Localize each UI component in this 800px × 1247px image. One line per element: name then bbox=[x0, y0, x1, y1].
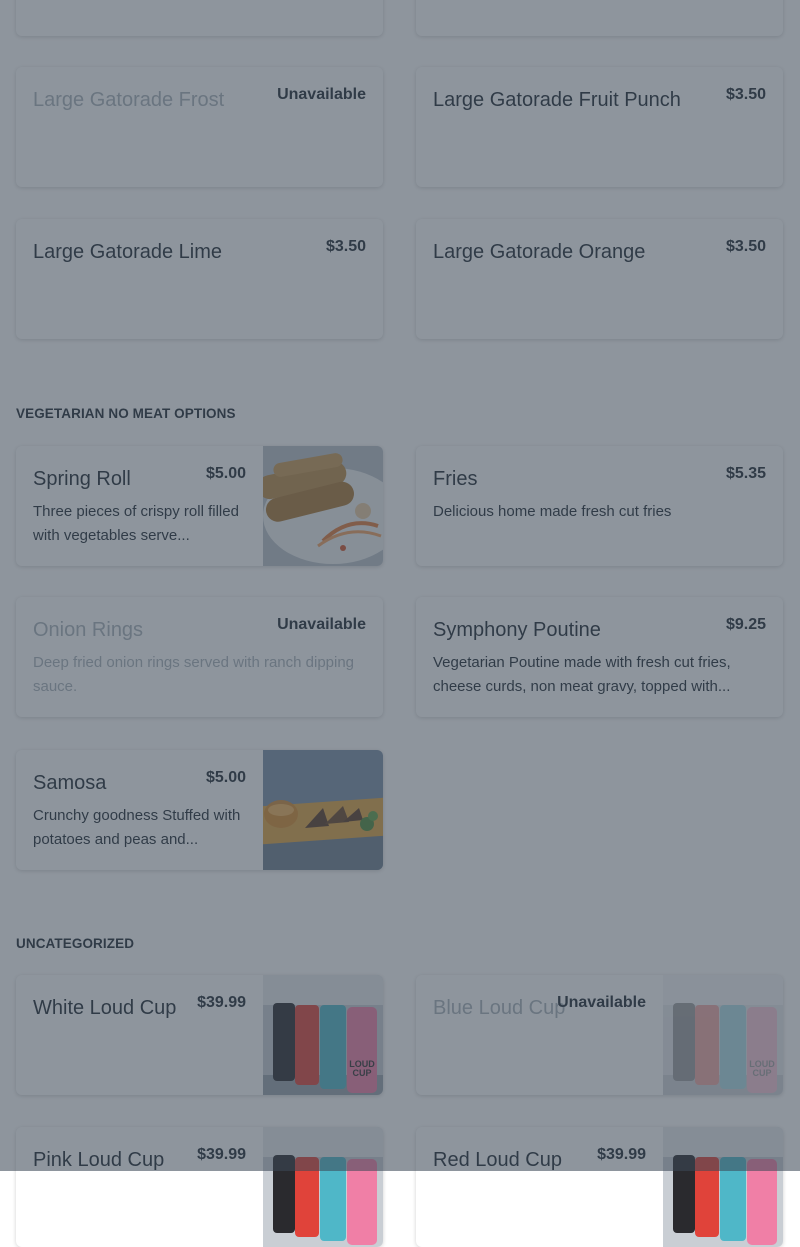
item-price: $9.25 bbox=[725, 616, 766, 633]
menu-item-large-gatorade-fruit-punch[interactable]: Large Gatorade Fruit Punch $3.50 bbox=[416, 67, 783, 187]
item-availability: Unavailable bbox=[557, 994, 646, 1011]
cup-label: CUP bbox=[352, 1068, 371, 1078]
menu-item-samosa[interactable]: Samosa $5.00 Crunchy goodness Stuffed wi… bbox=[16, 750, 383, 870]
menu-item-white-loud-cup[interactable]: White Loud Cup $39.99 LOUD CUP bbox=[16, 975, 383, 1095]
menu-item-large-gatorade-lime[interactable]: Large Gatorade Lime $3.50 bbox=[16, 219, 383, 339]
cup-label: CUP bbox=[752, 1068, 771, 1078]
loud-cups-photo bbox=[263, 1127, 383, 1247]
menu-item-blue-loud-cup[interactable]: Blue Loud Cup Unavailable LOUD CUP bbox=[416, 975, 783, 1095]
item-price: $39.99 bbox=[197, 994, 246, 1011]
item-name: Large Gatorade Lime bbox=[33, 241, 223, 263]
menu-item-card-partial-left[interactable] bbox=[16, 0, 383, 36]
item-availability: Unavailable bbox=[277, 616, 366, 633]
samosa-photo bbox=[263, 750, 383, 870]
menu-item-large-gatorade-orange[interactable]: Large Gatorade Orange $3.50 bbox=[416, 219, 783, 339]
item-price: $3.50 bbox=[725, 238, 766, 255]
item-price: $39.99 bbox=[197, 1146, 246, 1163]
item-name: Fries bbox=[433, 468, 478, 490]
menu-page: Large Gatorade Frost Unavailable Large G… bbox=[0, 0, 800, 1247]
item-name: Symphony Poutine bbox=[433, 619, 601, 641]
menu-item-symphony-poutine[interactable]: Symphony Poutine $9.25 Vegetarian Poutin… bbox=[416, 597, 783, 717]
menu-item-card-partial-right[interactable] bbox=[416, 0, 783, 36]
item-description: Delicious home made fresh cut fries bbox=[433, 503, 672, 520]
item-name: Onion Rings bbox=[33, 619, 144, 641]
item-description: Vegetarian Poutine made with fresh cut f… bbox=[433, 654, 731, 695]
item-name: Large Gatorade Frost bbox=[33, 89, 225, 111]
item-price: $5.00 bbox=[205, 769, 246, 786]
menu-item-red-loud-cup[interactable]: Red Loud Cup $39.99 bbox=[416, 1127, 783, 1247]
item-price: $5.35 bbox=[725, 465, 766, 482]
item-price: $5.00 bbox=[205, 465, 246, 482]
item-price: $3.50 bbox=[725, 86, 766, 103]
loud-cups-photo: LOUD CUP bbox=[263, 975, 383, 1095]
spring-roll-photo bbox=[263, 446, 383, 566]
item-name: Large Gatorade Orange bbox=[433, 241, 646, 263]
item-name: Spring Roll bbox=[33, 468, 131, 490]
item-price: $39.99 bbox=[597, 1146, 646, 1163]
menu-item-large-gatorade-frost[interactable]: Large Gatorade Frost Unavailable bbox=[16, 67, 383, 187]
menu-item-fries[interactable]: Fries $5.35 Delicious home made fresh cu… bbox=[416, 446, 783, 566]
section-title-uncategorized: UNCATEGORIZED bbox=[16, 936, 135, 951]
item-name: White Loud Cup bbox=[33, 997, 177, 1019]
item-description: Crunchy goodness Stuffed with potatoes a… bbox=[33, 807, 241, 848]
menu-item-pink-loud-cup[interactable]: Pink Loud Cup $39.99 bbox=[16, 1127, 383, 1247]
item-name: Samosa bbox=[33, 772, 107, 794]
section-title-vegetarian: VEGETARIAN NO MEAT OPTIONS bbox=[16, 406, 236, 421]
menu-item-spring-roll[interactable]: Spring Roll $5.00 Three pieces of crispy… bbox=[16, 446, 383, 566]
loud-cups-photo: LOUD CUP bbox=[663, 975, 783, 1095]
loud-cups-photo bbox=[663, 1127, 783, 1247]
menu-item-onion-rings[interactable]: Onion Rings Unavailable Deep fried onion… bbox=[16, 597, 383, 717]
item-name: Large Gatorade Fruit Punch bbox=[433, 89, 681, 111]
item-price: $3.50 bbox=[325, 238, 366, 255]
item-description: Deep fried onion rings served with ranch… bbox=[33, 654, 355, 695]
item-description: Three pieces of crispy roll filled with … bbox=[33, 503, 239, 544]
item-availability: Unavailable bbox=[277, 86, 366, 103]
